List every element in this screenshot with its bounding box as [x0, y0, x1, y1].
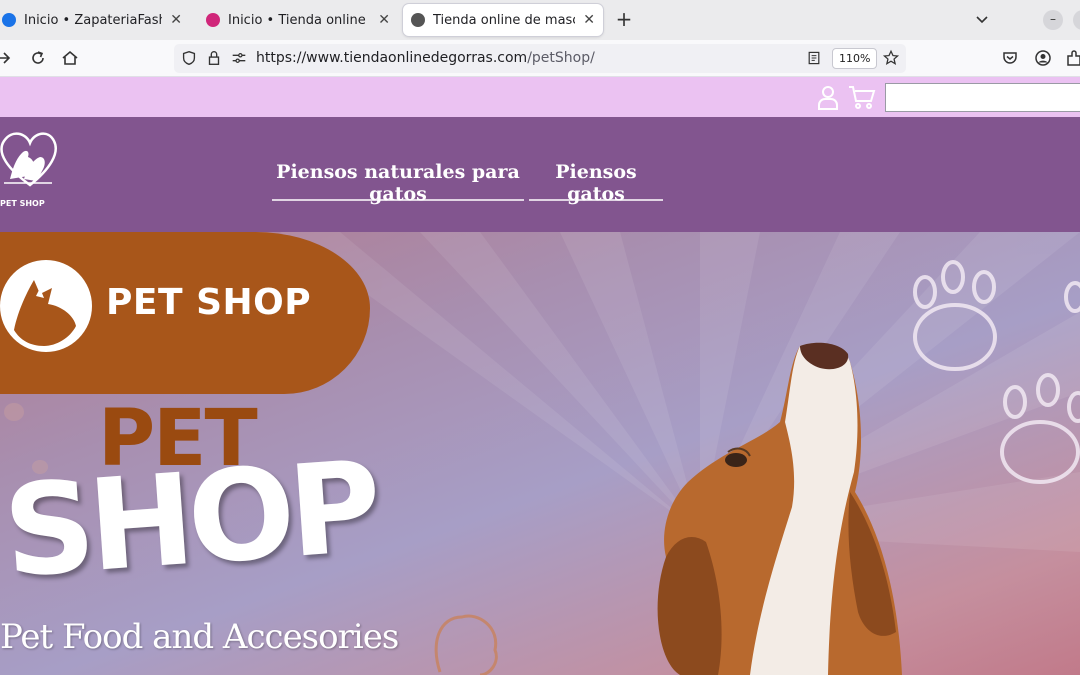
pet-silhouette-logo-icon: [0, 260, 92, 352]
beagle-dog-image: [657, 342, 902, 675]
site-header: PET SHOP Piensos naturales para gatos Pi…: [0, 117, 1080, 232]
hero-tagline: Pet Food and Accesories: [0, 617, 399, 657]
tab-favicon-icon: [411, 13, 425, 27]
tab-tienda-mascotas[interactable]: Tienda online de mascota ✕: [403, 4, 603, 36]
tab-title: Inicio • ZapateriaFashion: [24, 12, 162, 28]
site-search-input[interactable]: [885, 83, 1080, 112]
close-tab-icon[interactable]: ✕: [583, 12, 595, 28]
zoom-level-button[interactable]: 110%: [832, 48, 878, 69]
navigation-bar: https://www.tiendaonlinedegorras.com/pet…: [0, 40, 1080, 77]
menu-item-piensos-gatos[interactable]: Piensos gatos: [529, 157, 663, 205]
extensions-icon[interactable]: [1064, 48, 1080, 68]
new-tab-button[interactable]: +: [612, 8, 636, 32]
account-icon[interactable]: [1033, 48, 1053, 68]
site-top-bar: [0, 77, 1080, 117]
tab-strip: Inicio • ZapateriaFashion ✕ Inicio • Tie…: [0, 0, 1080, 40]
tracking-shield-icon[interactable]: [180, 49, 198, 67]
lock-icon[interactable]: [205, 49, 223, 67]
badge-text: PET SHOP: [106, 282, 312, 323]
reader-view-icon[interactable]: [806, 50, 822, 66]
minimize-button[interactable]: –: [1043, 10, 1063, 30]
reload-icon[interactable]: [28, 48, 48, 68]
url-text[interactable]: https://www.tiendaonlinedegorras.com/pet…: [256, 50, 595, 66]
home-icon[interactable]: [60, 48, 80, 68]
tab-favicon-icon: [2, 13, 16, 27]
forward-icon[interactable]: [0, 48, 14, 68]
close-tab-icon[interactable]: ✕: [170, 12, 182, 28]
permissions-icon[interactable]: [230, 49, 248, 67]
list-all-tabs-icon[interactable]: [972, 10, 992, 30]
url-path: /petShop/: [527, 50, 595, 66]
menu-item-piensos-naturales-gatos[interactable]: Piensos naturales para gatos: [272, 157, 524, 205]
hero-banner: PET SHOP PET SHOP Pet Food and Accesorie…: [0, 232, 1080, 675]
tab-title: Tienda online de mascota: [433, 12, 575, 28]
close-tab-icon[interactable]: ✕: [378, 12, 390, 28]
pet-shop-logo-icon[interactable]: [0, 123, 60, 225]
bookmark-star-icon[interactable]: [882, 49, 900, 67]
url-bar[interactable]: https://www.tiendaonlinedegorras.com/pet…: [174, 44, 906, 73]
tab-title: Inicio • Tienda online de m: [228, 12, 370, 28]
maximize-button[interactable]: [1073, 10, 1080, 30]
tab-favicon-icon: [206, 13, 220, 27]
hero-headline-shop: SHOP: [0, 433, 381, 606]
tab-tienda-inicio[interactable]: Inicio • Tienda online de m ✕: [198, 4, 398, 36]
user-account-icon[interactable]: [816, 84, 840, 110]
logo-text: PET SHOP: [0, 199, 45, 208]
shopping-cart-icon[interactable]: [848, 84, 876, 110]
pocket-icon[interactable]: [1000, 48, 1020, 68]
url-host: https://www.tiendaonlinedegorras.com: [256, 50, 528, 66]
tab-zapateria[interactable]: Inicio • ZapateriaFashion ✕: [0, 4, 190, 36]
